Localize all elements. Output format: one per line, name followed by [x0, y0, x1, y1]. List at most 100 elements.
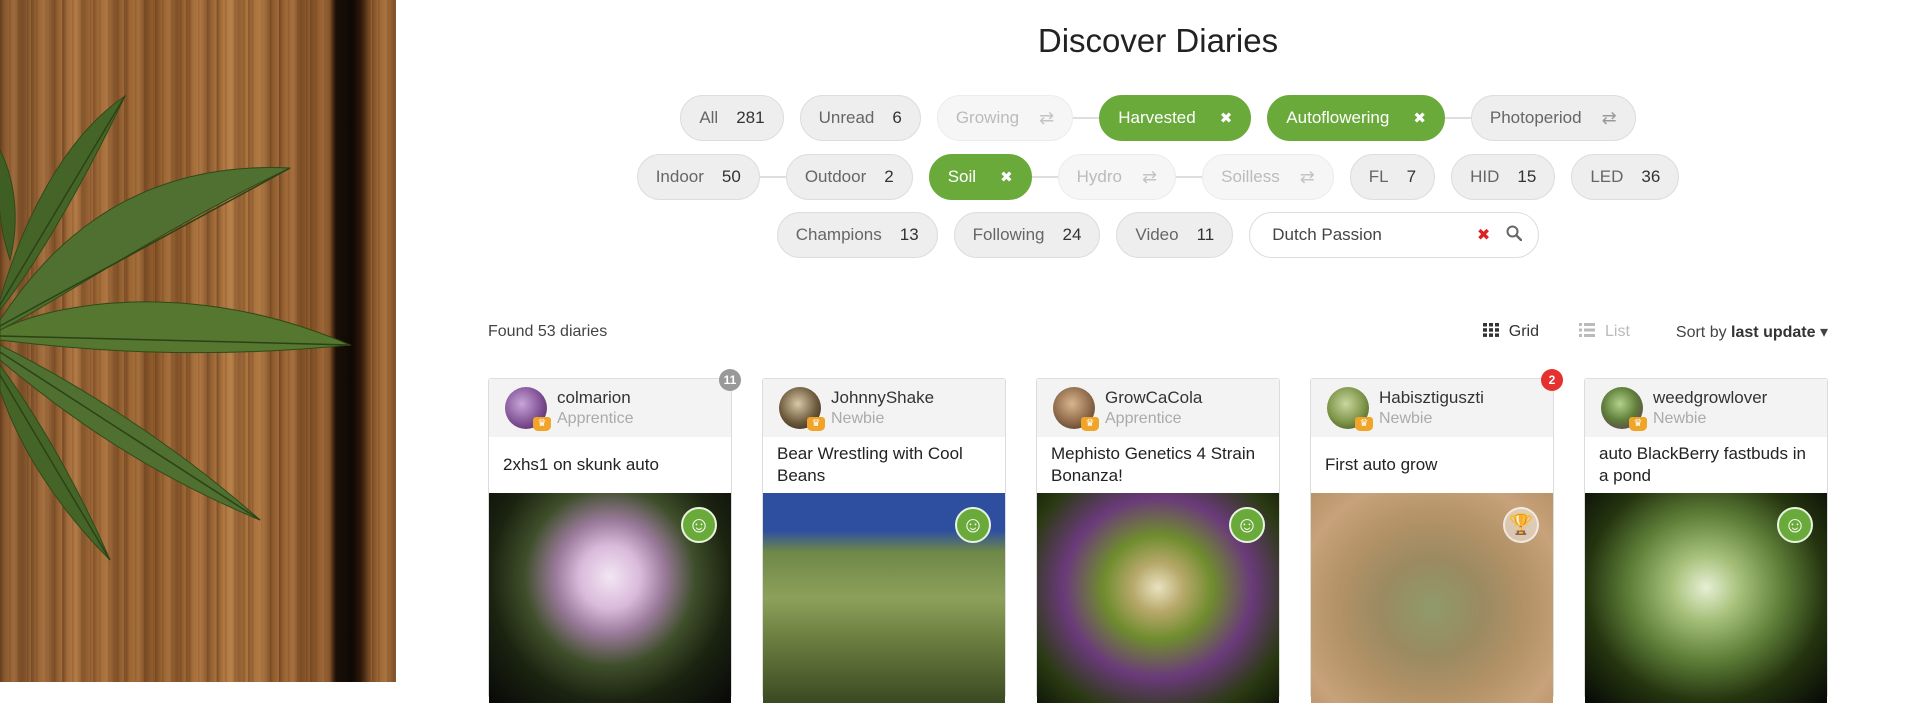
diary-photo[interactable]: ☺: [1585, 493, 1827, 703]
diary-photo[interactable]: 🏆: [1311, 493, 1553, 703]
filter-count: 2: [884, 167, 894, 186]
user-rank: Apprentice: [1105, 410, 1182, 427]
cannabis-leaf-illustration: [0, 94, 352, 561]
close-icon[interactable]: ✖: [1000, 168, 1013, 186]
diary-photo[interactable]: ☺: [1037, 493, 1279, 703]
main-content: Discover Diaries All 281 Unread 6 Growing ⇄…: [396, 0, 1920, 703]
diary-title[interactable]: Bear Wrestling with Cool Beans: [763, 437, 1005, 493]
diary-title[interactable]: Mephisto Genetics 4 Strain Bonanza!: [1037, 437, 1279, 493]
swap-icon[interactable]: ⇄: [1142, 167, 1157, 188]
username[interactable]: Habisztiguszti: [1379, 388, 1484, 408]
filter-count: 7: [1406, 167, 1417, 186]
filter-soilless[interactable]: Soilless ⇄: [1202, 154, 1334, 200]
username[interactable]: weedgrowlover: [1653, 388, 1767, 408]
grid-view-label: Grid: [1508, 323, 1539, 340]
filter-label: Video: [1135, 225, 1179, 244]
grid-view-button[interactable]: Grid: [1482, 323, 1539, 341]
avatar[interactable]: ♛: [505, 387, 551, 431]
filter-hid[interactable]: HID 15: [1451, 154, 1556, 200]
filter-label: Soilless: [1221, 167, 1280, 186]
crown-icon: ♛: [1629, 417, 1647, 431]
filter-row-environment: Indoor 50 Outdoor 2 Soil ✖ Hydro ⇄ Soilless ⇄…: [396, 154, 1920, 200]
crown-icon: ♛: [1081, 417, 1099, 431]
filter-photoperiod[interactable]: Photoperiod ⇄: [1470, 95, 1636, 141]
filter-count: 24: [1062, 225, 1082, 244]
list-view-button[interactable]: List: [1579, 323, 1630, 341]
view-controls: Grid List Sort by last update ▾: [1443, 322, 1828, 342]
filter-label: Harvested: [1118, 108, 1196, 127]
filter-outdoor[interactable]: Outdoor 2: [785, 154, 913, 200]
filter-all[interactable]: All 281: [680, 95, 784, 141]
diary-title[interactable]: 2xhs1 on skunk auto: [489, 437, 731, 493]
filter-row-extra: Champions 13 Following 24 Video 11 Dutch Pa…: [396, 212, 1920, 258]
filter-count: 36: [1641, 167, 1661, 186]
close-icon[interactable]: ✖: [1413, 109, 1426, 127]
diary-title[interactable]: First auto grow: [1311, 437, 1553, 493]
filter-hydro[interactable]: Hydro ⇄: [1057, 154, 1177, 200]
avatar[interactable]: ♛: [779, 387, 825, 431]
crown-icon: ♛: [807, 417, 825, 431]
filter-row-status: All 281 Unread 6 Growing ⇄ Harvested ✖ Autof…: [396, 95, 1920, 141]
filter-label: LED: [1590, 167, 1624, 186]
filter-connector: [1176, 176, 1203, 178]
card-header: ♛ Habisztiguszti Newbie: [1311, 379, 1553, 437]
decorative-wood-background: [0, 0, 396, 682]
diary-card[interactable]: ♛ JohnnyShake Newbie Bear Wrestling with …: [762, 378, 1006, 703]
smile-icon: ☺: [955, 507, 991, 543]
username[interactable]: colmarion: [557, 388, 634, 408]
search-field[interactable]: Dutch Passion ✖: [1249, 212, 1540, 258]
filter-count: 13: [899, 225, 919, 244]
filter-count: 50: [721, 167, 741, 186]
filter-growing[interactable]: Growing ⇄: [936, 95, 1074, 141]
avatar[interactable]: ♛: [1601, 387, 1647, 431]
trophy-icon: 🏆: [1503, 507, 1539, 543]
filter-following[interactable]: Following 24: [953, 212, 1101, 258]
page-title: Discover Diaries: [1037, 22, 1279, 59]
username[interactable]: JohnnyShake: [831, 388, 934, 408]
list-icon: [1579, 323, 1595, 341]
diary-card[interactable]: ♛ weedgrowlover Newbie auto BlackBerry fa…: [1584, 378, 1828, 703]
diary-photo[interactable]: ☺: [489, 493, 731, 703]
close-icon[interactable]: ✖: [1220, 109, 1233, 127]
filter-count: 11: [1196, 225, 1215, 244]
card-header: ♛ weedgrowlover Newbie: [1585, 379, 1827, 437]
filter-video[interactable]: Video 11: [1116, 212, 1234, 258]
username[interactable]: GrowCaCola: [1105, 388, 1202, 408]
crown-icon: ♛: [1355, 417, 1373, 431]
clear-search-icon[interactable]: ✖: [1477, 225, 1490, 245]
diary-card[interactable]: ♛ GrowCaCola Apprentice Mephisto Genetics…: [1036, 378, 1280, 703]
swap-icon[interactable]: ⇄: [1039, 108, 1054, 129]
diary-photo[interactable]: ☺: [763, 493, 1005, 703]
sort-prefix: Sort by: [1675, 324, 1727, 341]
sort-value: last update: [1731, 324, 1816, 341]
filter-autoflowering[interactable]: Autoflowering ✖: [1267, 95, 1445, 141]
diary-card[interactable]: ♛ Habisztiguszti Newbie First auto grow 🏆…: [1310, 369, 1563, 703]
diary-card[interactable]: ♛ colmarion Apprentice 2xhs1 on skunk aut…: [488, 369, 741, 703]
crown-icon: ♛: [533, 417, 551, 431]
filter-connector: [1444, 117, 1471, 119]
user-rank: Newbie: [831, 410, 885, 427]
filter-fl[interactable]: FL 7: [1349, 154, 1436, 200]
filter-label: Indoor: [655, 167, 704, 186]
card-header: ♛ colmarion Apprentice: [489, 379, 731, 437]
filter-harvested[interactable]: Harvested ✖: [1099, 95, 1252, 141]
search-icon[interactable]: [1506, 225, 1523, 246]
filter-label: Hydro: [1076, 167, 1123, 186]
filter-count: 281: [736, 108, 765, 127]
avatar[interactable]: ♛: [1053, 387, 1099, 431]
filter-label: Unread: [818, 108, 875, 127]
sort-dropdown[interactable]: Sort by last update ▾: [1676, 322, 1828, 342]
smile-icon: ☺: [1777, 507, 1813, 543]
unread-badge: 11: [719, 369, 741, 391]
swap-icon[interactable]: ⇄: [1602, 108, 1617, 129]
filter-champions[interactable]: Champions 13: [776, 212, 938, 258]
filter-led[interactable]: LED 36: [1571, 154, 1680, 200]
filter-unread[interactable]: Unread 6: [799, 95, 921, 141]
diary-title[interactable]: auto BlackBerry fastbuds in a pond: [1585, 437, 1827, 493]
filter-soil[interactable]: Soil ✖: [928, 154, 1032, 200]
avatar[interactable]: ♛: [1327, 387, 1373, 431]
swap-icon[interactable]: ⇄: [1300, 167, 1315, 188]
filter-connector: [1031, 176, 1058, 178]
search-input[interactable]: Dutch Passion: [1272, 225, 1477, 245]
filter-indoor[interactable]: Indoor 50: [636, 154, 760, 200]
